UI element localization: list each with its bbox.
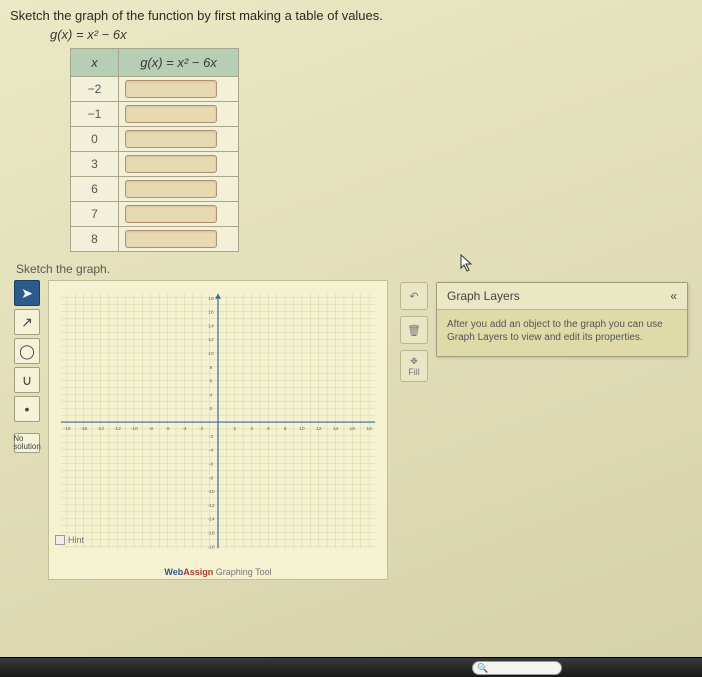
gx-input[interactable] <box>125 105 217 123</box>
table-row: −2 <box>71 77 239 102</box>
graph-toolbar: ➤ ↗ ◯ ∪ • No solution <box>14 280 40 453</box>
gx-input[interactable] <box>125 80 217 98</box>
undo-button[interactable]: ↶ <box>400 282 428 310</box>
svg-text:16: 16 <box>208 310 214 316</box>
svg-text:-4: -4 <box>209 448 214 454</box>
x-value-cell: 3 <box>71 152 119 177</box>
gx-value-cell <box>119 227 239 252</box>
svg-text:-12: -12 <box>114 426 121 432</box>
svg-text:6: 6 <box>267 426 270 432</box>
svg-text:14: 14 <box>208 323 214 329</box>
x-value-cell: 6 <box>71 177 119 202</box>
svg-text:10: 10 <box>208 351 214 357</box>
svg-text:-6: -6 <box>165 426 170 432</box>
svg-text:-6: -6 <box>209 461 214 467</box>
x-value-cell: 0 <box>71 127 119 152</box>
x-value-cell: 7 <box>71 202 119 227</box>
fill-icon: ✥ <box>410 356 418 367</box>
taskbar <box>0 657 702 677</box>
table-header-gx: g(x) = x² − 6x <box>119 49 239 77</box>
tool-point[interactable]: • <box>14 396 40 422</box>
gx-value-cell <box>119 202 239 227</box>
tool-parabola[interactable]: ∪ <box>14 367 40 393</box>
gx-value-cell <box>119 152 239 177</box>
graph-canvas[interactable]: -18 -16 -14 -12 -10 -8 -6 -4 -2 2 4 6 8 10 12 14 16 18 -18… <box>48 280 388 580</box>
svg-text:-18: -18 <box>63 426 70 432</box>
table-row: −1 <box>71 102 239 127</box>
gx-input[interactable] <box>125 205 217 223</box>
svg-text:-4: -4 <box>182 426 187 432</box>
svg-text:-8: -8 <box>149 426 154 432</box>
table-row: 3 <box>71 152 239 177</box>
svg-text:-10: -10 <box>207 489 214 495</box>
tool-circle[interactable]: ◯ <box>14 338 40 364</box>
svg-text:-10: -10 <box>130 426 137 432</box>
svg-text:4: 4 <box>210 392 213 398</box>
values-table: x g(x) = x² − 6x −2−103678 <box>70 48 692 252</box>
trash-button[interactable]: 🗑 <box>400 316 428 344</box>
hint-label: Hint <box>68 535 84 545</box>
layers-collapse-icon[interactable]: « <box>670 289 677 303</box>
table-row: 7 <box>71 202 239 227</box>
x-value-cell: 8 <box>71 227 119 252</box>
fill-tool[interactable]: ✥ Fill <box>400 350 428 382</box>
gx-input[interactable] <box>125 230 217 248</box>
svg-text:12: 12 <box>208 337 214 343</box>
svg-text:-18: -18 <box>207 544 214 550</box>
gx-value-cell <box>119 177 239 202</box>
tool-line[interactable]: ↗ <box>14 309 40 335</box>
table-header-x: x <box>71 49 119 77</box>
fill-label: Fill <box>408 367 420 377</box>
mouse-cursor-icon <box>460 254 474 272</box>
sketch-label: Sketch the graph. <box>16 262 692 276</box>
graph-layers-panel: Graph Layers « After you add an object t… <box>436 282 688 357</box>
tool-no-solution[interactable]: No solution <box>14 433 40 453</box>
gx-value-cell <box>119 102 239 127</box>
gx-input[interactable] <box>125 155 217 173</box>
gx-input[interactable] <box>125 180 217 198</box>
gx-value-cell <box>119 77 239 102</box>
search-icon: 🔍 <box>477 663 488 674</box>
svg-text:-8: -8 <box>209 475 214 481</box>
function-equation: g(x) = x² − 6x <box>50 27 692 42</box>
svg-text:-16: -16 <box>80 426 87 432</box>
svg-text:-12: -12 <box>207 503 214 509</box>
search-pill[interactable]: 🔍 <box>472 661 562 675</box>
svg-text:-16: -16 <box>207 530 214 536</box>
svg-text:-2: -2 <box>209 434 214 440</box>
instruction-text: Sketch the graph of the function by firs… <box>10 8 692 23</box>
gx-input[interactable] <box>125 130 217 148</box>
table-row: 6 <box>71 177 239 202</box>
svg-text:6: 6 <box>210 379 213 385</box>
svg-text:10: 10 <box>299 426 305 432</box>
svg-text:4: 4 <box>250 426 253 432</box>
svg-text:12: 12 <box>316 426 322 432</box>
svg-text:2: 2 <box>210 406 213 412</box>
svg-text:18: 18 <box>366 426 372 432</box>
svg-text:16: 16 <box>350 426 356 432</box>
layers-title: Graph Layers <box>447 289 520 303</box>
x-value-cell: −1 <box>71 102 119 127</box>
layers-help-text: After you add an object to the graph you… <box>437 310 687 356</box>
svg-text:8: 8 <box>284 426 287 432</box>
table-row: 8 <box>71 227 239 252</box>
brand-label: WebAssign Graphing Tool <box>164 567 271 577</box>
hint-checkbox[interactable] <box>55 535 65 545</box>
gx-value-cell <box>119 127 239 152</box>
table-row: 0 <box>71 127 239 152</box>
svg-text:8: 8 <box>210 365 213 371</box>
svg-text:14: 14 <box>333 426 339 432</box>
svg-text:-14: -14 <box>97 426 104 432</box>
x-value-cell: −2 <box>71 77 119 102</box>
svg-text:2: 2 <box>233 426 236 432</box>
tool-select[interactable]: ➤ <box>14 280 40 306</box>
svg-text:-14: -14 <box>207 517 214 523</box>
svg-text:18: 18 <box>208 296 214 302</box>
svg-text:-2: -2 <box>199 426 204 432</box>
